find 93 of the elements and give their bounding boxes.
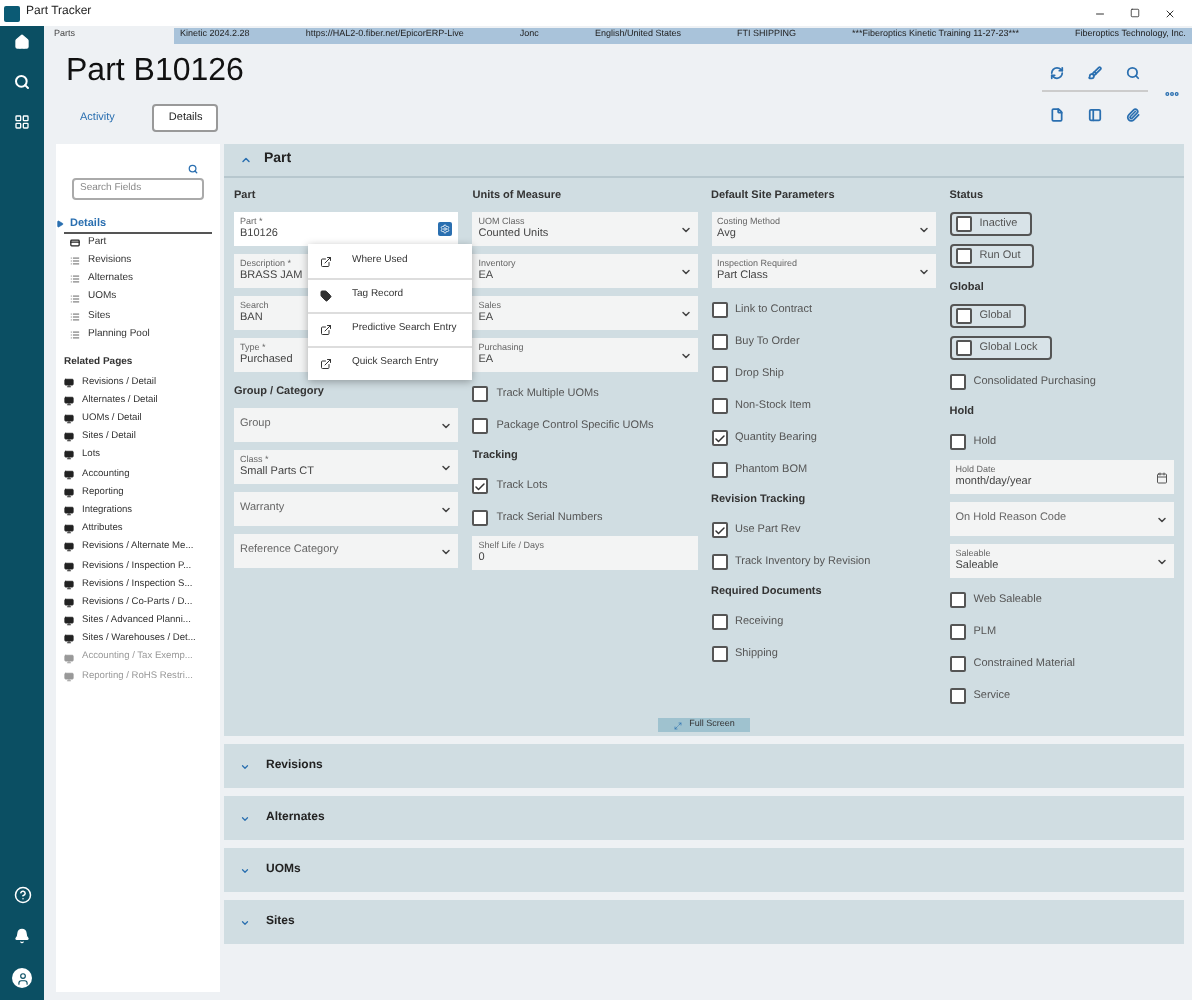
checkbox[interactable]: [949, 688, 966, 704]
dropdown-caret-icon: [1156, 555, 1168, 567]
grid-icon[interactable]: [14, 114, 30, 130]
list-icon: [70, 256, 80, 267]
monitor-icon: [64, 487, 74, 498]
external-link-icon: [320, 324, 332, 336]
monitor-icon: [64, 561, 74, 572]
checkbox[interactable]: [949, 624, 966, 640]
chevron-down-icon: [240, 813, 250, 823]
monitor-icon: [64, 469, 74, 480]
checkbox[interactable]: [472, 478, 489, 494]
chevron-down-icon: [240, 761, 250, 771]
page-title: Part B10126: [66, 56, 246, 88]
checkbox[interactable]: [949, 592, 966, 608]
dropdown-caret-icon: [1156, 513, 1168, 525]
monitor-icon: [64, 506, 74, 517]
external-link-icon: [320, 255, 332, 267]
monitor-icon: [64, 542, 74, 553]
app-logo-icon: [4, 5, 20, 21]
home-icon[interactable]: [14, 34, 30, 50]
checkbox[interactable]: [711, 522, 727, 538]
chevron-up-icon: [240, 154, 252, 166]
monitor-icon: [64, 450, 74, 461]
calendar-icon[interactable]: [1156, 471, 1168, 483]
avatar-icon[interactable]: [12, 968, 32, 988]
checkbox[interactable]: [472, 510, 489, 526]
checkbox[interactable]: [711, 462, 727, 478]
list-icon: [70, 330, 80, 341]
dropdown-caret-icon: [679, 223, 691, 235]
panel-icon[interactable]: [1088, 108, 1102, 122]
search-icon[interactable]: [1126, 66, 1140, 80]
checkbox[interactable]: [949, 374, 966, 390]
list-icon: [70, 274, 80, 285]
more-icon[interactable]: [1164, 86, 1180, 102]
dropdown-caret-icon: [679, 349, 691, 361]
checkbox[interactable]: [711, 554, 727, 570]
maximize-icon[interactable]: [1130, 8, 1140, 18]
monitor-icon: [64, 616, 74, 627]
dropdown-caret-icon: [679, 307, 691, 319]
checkbox[interactable]: [949, 434, 966, 450]
check-icon: [713, 431, 725, 445]
checkbox[interactable]: [949, 656, 966, 672]
dropdown-caret-icon: [440, 419, 453, 431]
bell-icon[interactable]: [14, 928, 30, 944]
checkbox[interactable]: [711, 430, 727, 446]
dropdown-caret-icon: [917, 223, 930, 235]
minimize-icon[interactable]: [1094, 7, 1106, 19]
monitor-icon: [64, 671, 74, 682]
monitor-icon: [64, 597, 74, 608]
brush-icon[interactable]: [1088, 66, 1102, 80]
chevron-down-icon: [240, 917, 250, 927]
external-link-icon: [320, 358, 332, 370]
gear-icon[interactable]: [438, 222, 453, 236]
checkbox[interactable]: [955, 216, 972, 232]
monitor-icon: [64, 524, 74, 535]
monitor-icon: [64, 432, 74, 443]
checkbox[interactable]: [955, 308, 972, 324]
chevron-down-icon: [240, 865, 250, 875]
dropdown-caret-icon: [440, 461, 453, 473]
monitor-icon: [64, 653, 74, 664]
expand-icon: [673, 721, 682, 729]
monitor-icon: [64, 579, 74, 590]
list-icon: [70, 311, 80, 322]
dropdown-caret-icon: [679, 265, 691, 277]
checkbox[interactable]: [711, 334, 727, 350]
checkbox[interactable]: [472, 386, 489, 402]
monitor-icon: [64, 395, 74, 406]
monitor-icon: [64, 414, 74, 425]
checkbox[interactable]: [711, 366, 727, 382]
checkbox[interactable]: [711, 398, 727, 414]
search-icon: [188, 164, 198, 174]
checkbox[interactable]: [955, 340, 972, 356]
dropdown-caret-icon: [440, 503, 453, 515]
checkbox[interactable]: [711, 614, 727, 630]
checkbox[interactable]: [955, 248, 972, 264]
monitor-icon: [64, 377, 74, 388]
paperclip-icon[interactable]: [1126, 108, 1140, 122]
monitor-icon: [64, 634, 74, 645]
check-icon: [474, 479, 487, 493]
check-icon: [713, 523, 725, 537]
dropdown-caret-icon: [440, 545, 453, 557]
dropdown-caret-icon: [917, 265, 930, 277]
checkbox[interactable]: [711, 302, 727, 318]
list-icon: [70, 293, 80, 304]
checkbox[interactable]: [711, 646, 727, 662]
close-icon[interactable]: [1164, 7, 1176, 19]
document-icon[interactable]: [1050, 108, 1064, 122]
help-icon[interactable]: [13, 886, 31, 904]
card-icon: [70, 238, 80, 249]
checkbox[interactable]: [472, 418, 489, 434]
expand-arrow-icon[interactable]: [56, 220, 64, 228]
refresh-icon[interactable]: [1050, 66, 1064, 80]
tag-icon: [320, 290, 332, 302]
